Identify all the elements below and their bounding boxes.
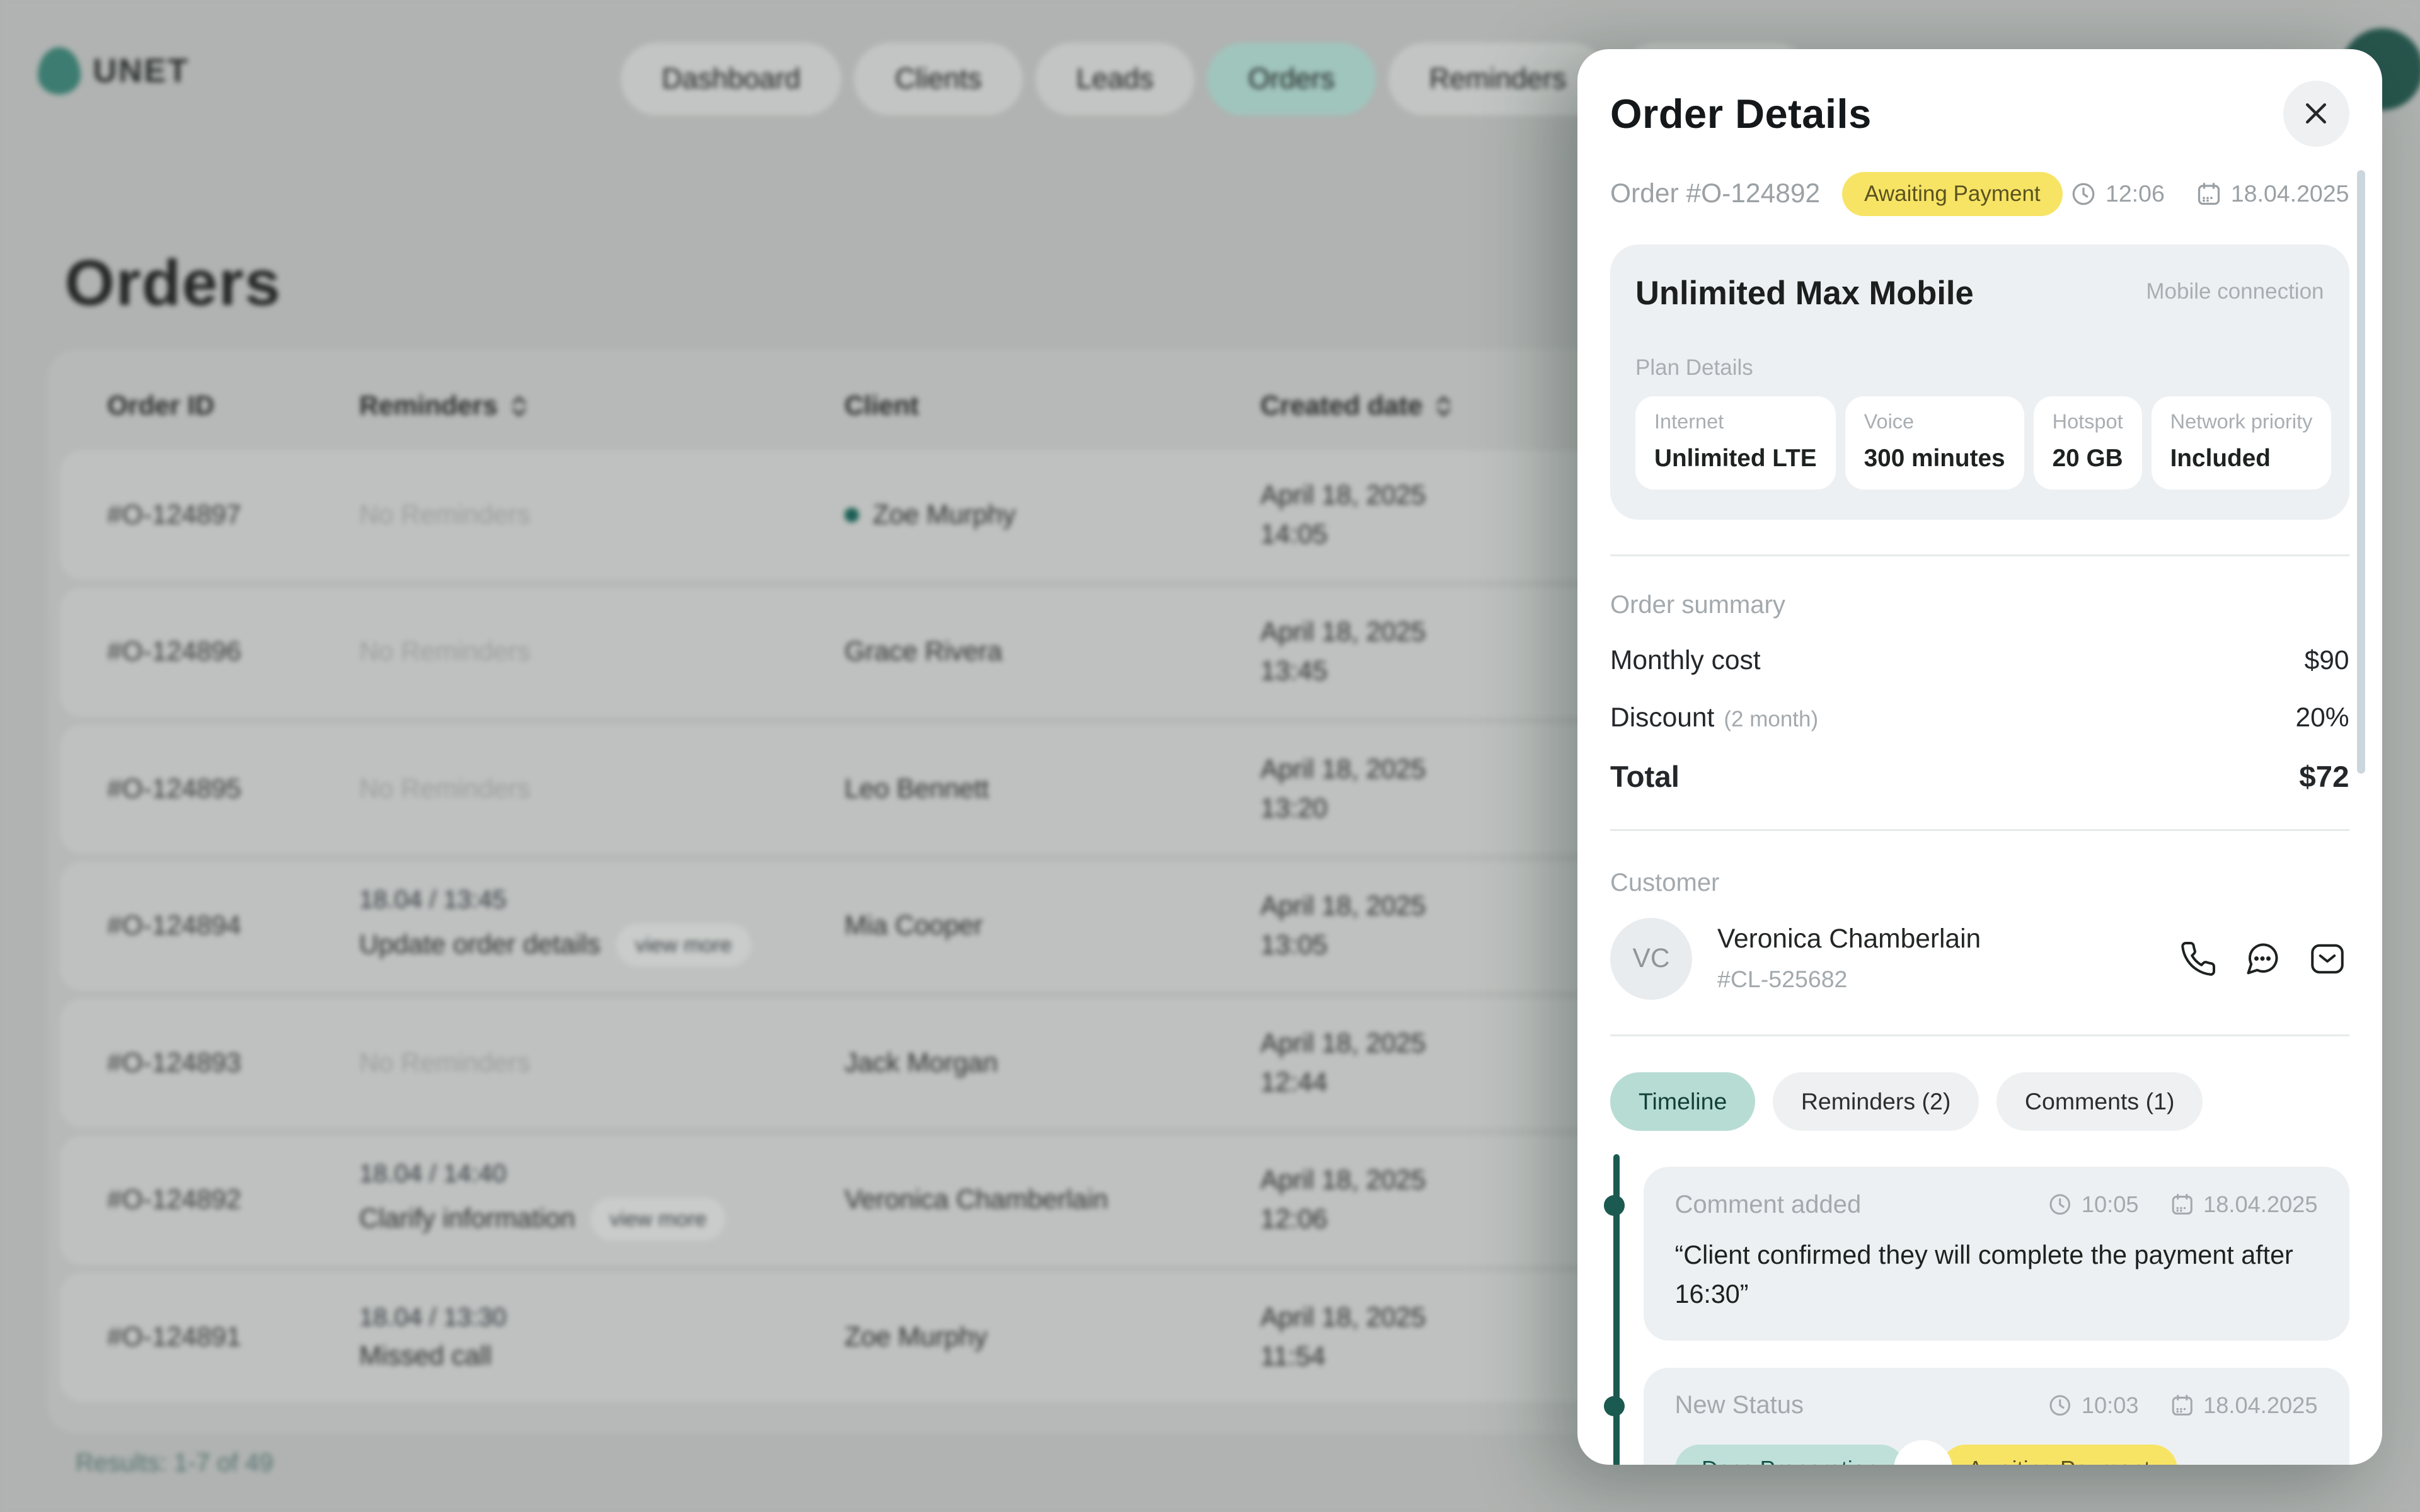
call-button[interactable]: [2176, 937, 2220, 981]
status-from-badge: Docs Preparation: [1675, 1445, 1905, 1465]
comment-text: “Client confirmed they will complete the…: [1675, 1236, 2337, 1314]
order-date: 18.04.2025: [2231, 180, 2349, 207]
client-status-dot: [844, 508, 859, 522]
calendar-icon: [2170, 1193, 2194, 1217]
email-button[interactable]: [2305, 937, 2349, 981]
plan-type: Mobile connection: [2146, 274, 2324, 304]
sort-icon[interactable]: [1435, 394, 1453, 419]
plan-chip-internet: Internet Unlimited LTE: [1635, 396, 1836, 490]
brand-logo-icon: [38, 47, 81, 94]
close-button[interactable]: [2283, 81, 2349, 147]
app-root: UNET Dashboard Clients Leads Orders Remi…: [0, 0, 2420, 1512]
divider: [1610, 554, 2349, 556]
plan-chip-hotspot: Hotspot 20 GB: [2034, 396, 2142, 490]
column-header-client: Client: [844, 391, 1260, 421]
view-more-button[interactable]: view more: [616, 924, 751, 966]
mail-icon: [2308, 940, 2346, 978]
timeline-dot: [1604, 1396, 1625, 1417]
brand-logo[interactable]: UNET: [38, 47, 189, 94]
summary-discount-row: Discount (2 month) 20%: [1610, 703, 2349, 733]
plan-chip-network-priority: Network priority Included: [2152, 396, 2332, 490]
chat-icon: [2244, 940, 2281, 978]
order-time: 12:06: [2106, 180, 2165, 207]
customer-id: #CL-525682: [1717, 966, 1981, 993]
panel-title: Order Details: [1610, 81, 1872, 137]
timeline-event-status: New Status 10:03 18.04.2025 Docs Prepara…: [1644, 1368, 2349, 1465]
plan-chip-voice: Voice 300 minutes: [1845, 396, 2024, 490]
order-number: Order #O-124892: [1610, 179, 1820, 209]
nav-item-dashboard[interactable]: Dashboard: [621, 43, 841, 115]
total-value: $72: [2299, 760, 2349, 794]
close-icon: [2303, 101, 2329, 126]
divider: [1610, 829, 2349, 831]
order-summary-label: Order summary: [1610, 591, 2349, 619]
nav-item-orders[interactable]: Orders: [1207, 43, 1376, 115]
nav-item-reminders[interactable]: Reminders: [1388, 43, 1608, 115]
nav-item-leads[interactable]: Leads: [1035, 43, 1195, 115]
message-button[interactable]: [2240, 937, 2285, 981]
timeline: Comment added 10:05 18.04.2025 “Client c…: [1610, 1167, 2349, 1465]
panel-scrollbar[interactable]: [2357, 170, 2365, 774]
divider: [1610, 1034, 2349, 1036]
status-to-badge: Awaiting Payment: [1941, 1445, 2177, 1465]
column-header-order-id: Order ID: [107, 391, 359, 421]
page-title: Orders: [65, 246, 282, 320]
status-badge: Awaiting Payment: [1842, 172, 2063, 216]
tab-reminders[interactable]: Reminders (2): [1773, 1072, 1979, 1131]
customer-label: Customer: [1610, 869, 2349, 897]
arrow-right-icon: →: [1894, 1440, 1952, 1465]
clock-icon: [2048, 1394, 2072, 1418]
nav-item-clients[interactable]: Clients: [854, 43, 1023, 115]
customer-avatar: VC: [1610, 918, 1692, 1000]
calendar-icon: [2170, 1394, 2194, 1418]
timeline-event-comment: Comment added 10:05 18.04.2025 “Client c…: [1644, 1167, 2349, 1341]
phone-icon: [2179, 940, 2217, 978]
plan-name: Unlimited Max Mobile: [1635, 274, 1974, 312]
monthly-cost-value: $90: [2305, 646, 2349, 676]
column-header-reminders[interactable]: Reminders: [359, 391, 844, 421]
brand-name: UNET: [93, 52, 190, 90]
panel-tabs: Timeline Reminders (2) Comments (1): [1610, 1072, 2349, 1131]
tab-comments[interactable]: Comments (1): [1997, 1072, 2203, 1131]
discount-value: 20%: [2295, 703, 2349, 733]
customer-name: Veronica Chamberlain: [1717, 924, 1981, 954]
results-count: Results: 1-7 of 49: [76, 1449, 274, 1477]
order-details-panel: Order Details Order #O-124892 Awaiting P…: [1577, 49, 2383, 1465]
plan-details-label: Plan Details: [1635, 355, 2324, 381]
summary-monthly-row: Monthly cost $90: [1610, 646, 2349, 676]
plan-card: Unlimited Max Mobile Mobile connection P…: [1610, 244, 2349, 520]
clock-icon: [2071, 181, 2096, 207]
summary-total-row: Total $72: [1610, 760, 2349, 794]
timeline-dot: [1604, 1195, 1625, 1216]
calendar-icon: [2196, 181, 2221, 207]
view-more-button[interactable]: view more: [591, 1198, 725, 1240]
sort-icon[interactable]: [510, 394, 528, 419]
clock-icon: [2048, 1193, 2072, 1217]
tab-timeline[interactable]: Timeline: [1610, 1072, 1755, 1131]
